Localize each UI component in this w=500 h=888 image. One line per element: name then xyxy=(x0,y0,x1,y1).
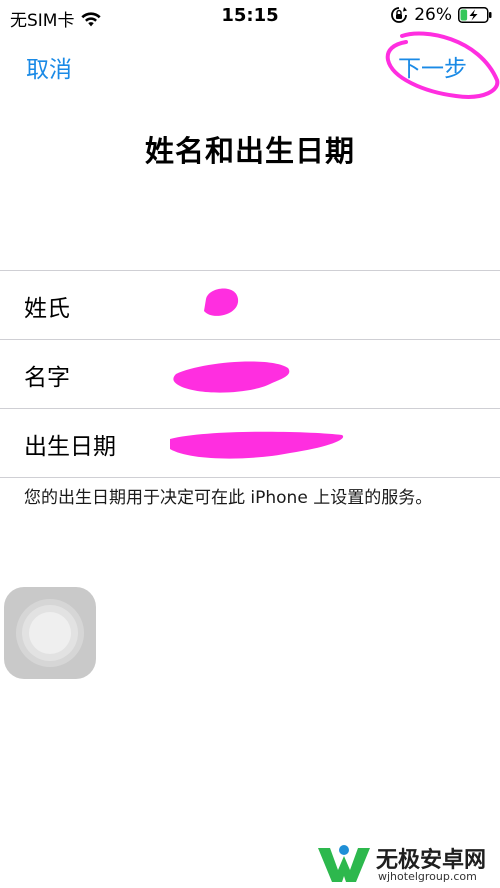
watermark-logo-icon xyxy=(318,845,370,882)
redaction-scribble xyxy=(173,361,290,393)
redaction-scribble xyxy=(204,288,239,316)
last-name-field[interactable] xyxy=(170,271,470,339)
birth-date-label: 出生日期 xyxy=(24,434,116,460)
status-right: 26% xyxy=(390,5,492,25)
watermark: 无极安卓网 wjhotelgroup.com xyxy=(316,838,500,888)
status-bar: 无SIM卡 15:15 26% xyxy=(0,0,500,34)
redaction-scribble xyxy=(170,431,344,459)
assistive-ring xyxy=(29,612,71,654)
last-name-label: 姓氏 xyxy=(24,296,70,322)
first-name-label: 名字 xyxy=(24,365,70,391)
battery-charging-icon xyxy=(458,7,492,23)
form-row-first-name[interactable]: 名字 xyxy=(0,340,500,409)
assistive-touch-button[interactable] xyxy=(4,587,96,679)
next-step-button[interactable]: 下一步 xyxy=(398,49,467,83)
watermark-url: wjhotelgroup.com xyxy=(378,870,477,883)
page-title: 姓名和出生日期 xyxy=(144,134,355,168)
first-name-field[interactable] xyxy=(170,340,470,408)
name-dob-form: 姓氏 名字 出生日期 xyxy=(0,270,500,478)
birth-date-field[interactable] xyxy=(170,409,470,477)
battery-percent: 26% xyxy=(414,5,452,25)
cancel-button[interactable]: 取消 xyxy=(26,50,72,84)
rotation-lock-icon xyxy=(391,7,408,23)
form-row-birth-date[interactable]: 出生日期 xyxy=(0,409,500,478)
form-row-last-name[interactable]: 姓氏 xyxy=(0,271,500,340)
birth-date-footnote: 您的出生日期用于决定可在此 iPhone 上设置的服务。 xyxy=(24,488,433,508)
